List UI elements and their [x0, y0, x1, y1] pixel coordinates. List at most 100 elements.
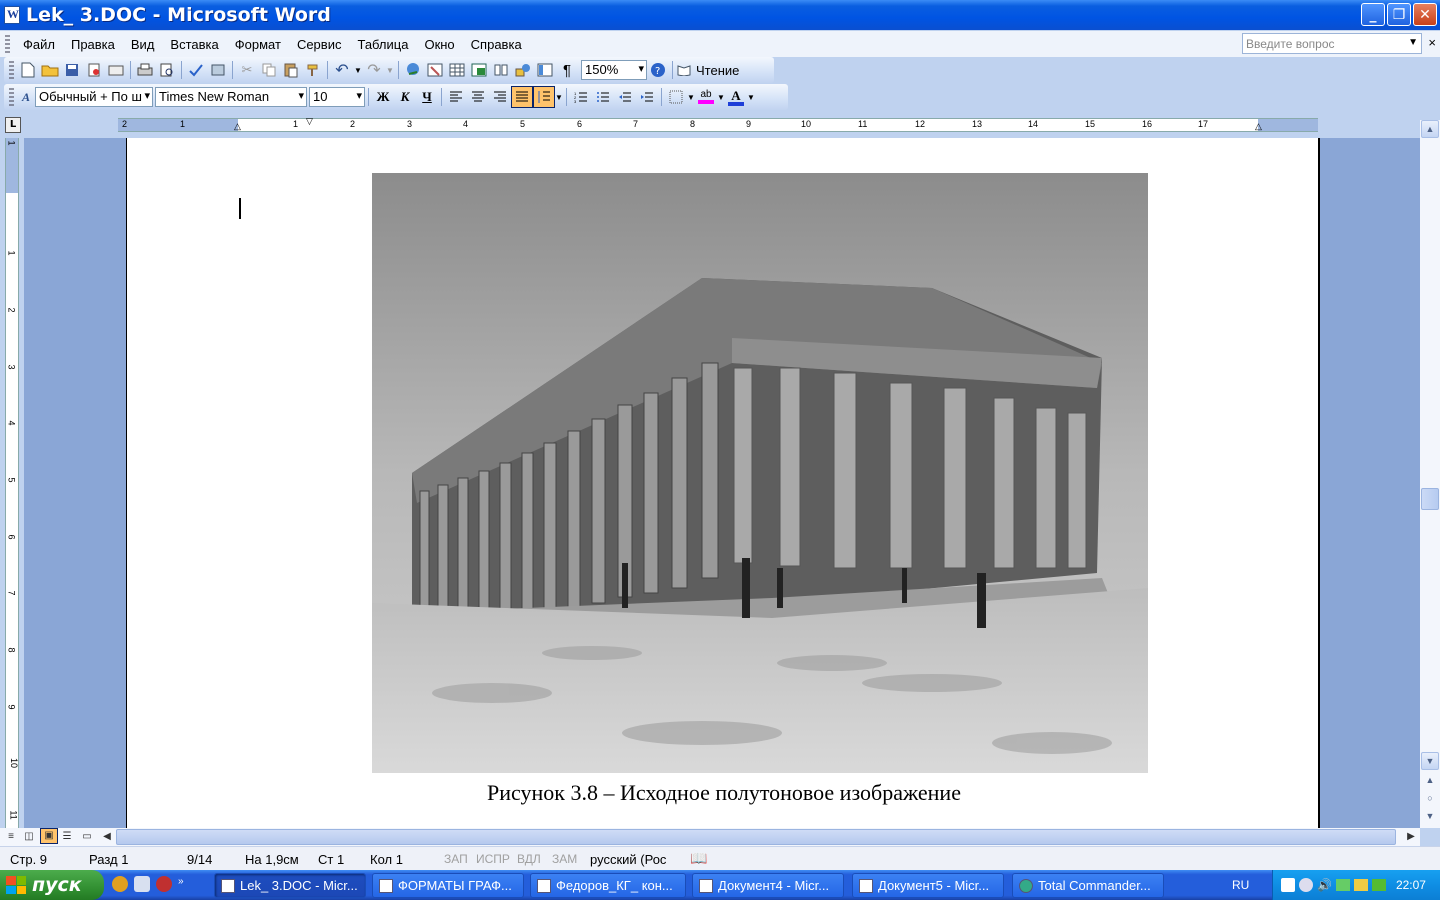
document-map-icon[interactable] [534, 59, 556, 81]
redo-dropdown-icon[interactable]: ▼ [385, 59, 395, 81]
align-right-icon[interactable] [489, 86, 511, 108]
spelling-status-icon[interactable]: 📖 [690, 850, 707, 867]
taskbar-item-word-lek[interactable]: Lek_ 3.DOC - Micr... [214, 873, 366, 898]
menu-help[interactable]: Справка [463, 37, 530, 52]
ask-question-input[interactable]: Введите вопрос ▼ [1242, 33, 1422, 54]
align-left-icon[interactable] [445, 86, 467, 108]
menu-window[interactable]: Окно [416, 37, 462, 52]
bold-button[interactable]: Ж [372, 86, 394, 108]
tray-nvidia-icon[interactable] [1371, 879, 1386, 891]
new-document-icon[interactable] [17, 59, 39, 81]
scroll-left-button[interactable]: ◀ [98, 828, 116, 846]
menu-format[interactable]: Формат [227, 37, 289, 52]
research-icon[interactable] [207, 59, 229, 81]
previous-page-button[interactable]: ▲ [1421, 772, 1439, 790]
decrease-indent-icon[interactable] [614, 86, 636, 108]
web-layout-button[interactable]: ◫ [20, 828, 38, 846]
toolbar-grip[interactable] [9, 88, 14, 106]
font-combo[interactable]: Times New Roman [155, 87, 307, 107]
minimize-button[interactable]: _ [1361, 3, 1385, 26]
underline-button[interactable]: Ч [416, 86, 438, 108]
next-page-button[interactable]: ▼ [1421, 808, 1439, 826]
status-extend-selection[interactable]: ВДЛ [517, 852, 541, 866]
borders-icon[interactable] [665, 86, 687, 108]
bullets-icon[interactable] [592, 86, 614, 108]
scroll-right-button[interactable]: ▶ [1402, 828, 1420, 846]
paste-icon[interactable] [280, 59, 302, 81]
style-combo[interactable]: Обычный + По ш [35, 87, 153, 107]
ruler-scale[interactable]: 2 1 1 2 3 4 5 6 7 8 9 10 11 12 13 14 15 … [118, 116, 1318, 132]
taskbar-item-fedorov[interactable]: Федоров_КГ_ кон... [530, 873, 686, 898]
insert-excel-icon[interactable] [468, 59, 490, 81]
increase-indent-icon[interactable] [636, 86, 658, 108]
vertical-scroll-thumb[interactable] [1421, 488, 1439, 510]
toolbar-grip[interactable] [9, 61, 14, 79]
restore-button[interactable]: ❐ [1387, 3, 1411, 26]
status-language[interactable]: русский (Рос [590, 852, 666, 867]
clock[interactable]: 22:07 [1396, 878, 1426, 892]
taskbar-item-total-commander[interactable]: Total Commander... [1012, 873, 1164, 898]
numbering-icon[interactable]: 123 [570, 86, 592, 108]
status-section[interactable]: Разд 1 [89, 852, 128, 867]
menu-file[interactable]: Файл [15, 37, 63, 52]
browse-object-button[interactable]: ○ [1421, 790, 1439, 808]
quicklaunch-more-icon[interactable]: » [178, 876, 184, 892]
print-preview-icon[interactable] [156, 59, 178, 81]
taskbar-item-formats[interactable]: ФОРМАТЫ ГРАФ... [372, 873, 524, 898]
status-page-count[interactable]: 9/14 [187, 852, 212, 867]
horizontal-ruler[interactable]: L 2 1 1 2 3 4 5 6 7 8 9 10 11 12 13 14 1… [0, 112, 1440, 138]
document-area[interactable]: Рисунок 3.8 – Исходное полутоновое изобр… [24, 138, 1420, 828]
help-icon[interactable]: ? [647, 59, 669, 81]
horizontal-scroll-thumb[interactable] [116, 829, 1396, 845]
cut-icon[interactable]: ✂ [236, 59, 258, 81]
tray-network-icon[interactable] [1299, 878, 1313, 892]
styles-formatting-icon[interactable]: A [17, 86, 35, 108]
save-icon[interactable] [61, 59, 83, 81]
columns-icon[interactable] [490, 59, 512, 81]
font-color-icon[interactable]: A [725, 86, 747, 108]
vertical-ruler-scale[interactable] [5, 138, 19, 828]
menu-table[interactable]: Таблица [349, 37, 416, 52]
tables-borders-icon[interactable] [424, 59, 446, 81]
font-color-dropdown-icon[interactable]: ▼ [747, 86, 755, 108]
quicklaunch-desktop-icon[interactable] [134, 876, 150, 892]
close-button[interactable]: ✕ [1413, 3, 1437, 26]
print-icon[interactable] [134, 59, 156, 81]
taskbar-item-document4[interactable]: Документ4 - Micr... [692, 873, 844, 898]
tray-update-icon[interactable] [1353, 879, 1368, 891]
borders-dropdown-icon[interactable]: ▼ [687, 86, 695, 108]
scroll-down-button[interactable]: ▼ [1421, 752, 1439, 770]
document-close-button[interactable]: × [1428, 35, 1436, 50]
read-mode-button[interactable]: Чтение [692, 63, 743, 78]
quicklaunch-app-icon[interactable] [112, 876, 128, 892]
menu-tools[interactable]: Сервис [289, 37, 350, 52]
normal-view-button[interactable]: ≡ [2, 828, 20, 846]
menubar-grip[interactable] [5, 35, 10, 53]
highlight-dropdown-icon[interactable]: ▼ [717, 86, 725, 108]
read-book-icon[interactable] [676, 59, 692, 81]
status-column[interactable]: Кол 1 [370, 852, 403, 867]
justify-icon[interactable] [511, 86, 533, 108]
status-position[interactable]: На 1,9см [245, 852, 299, 867]
vertical-scrollbar[interactable]: ▲ ▼ ▲ ○ ▼ [1420, 120, 1440, 828]
right-indent-marker[interactable]: △ [1255, 121, 1262, 132]
status-record-macro[interactable]: ЗАП [444, 852, 468, 866]
permission-icon[interactable] [83, 59, 105, 81]
redo-icon[interactable]: ↷ [363, 59, 385, 81]
hyperlink-icon[interactable] [402, 59, 424, 81]
print-layout-button[interactable]: ▣ [40, 828, 58, 844]
drawing-icon[interactable] [512, 59, 534, 81]
word-app-icon[interactable] [4, 6, 20, 24]
parthenon-photo[interactable] [372, 173, 1148, 773]
show-hide-marks-icon[interactable]: ¶ [556, 59, 578, 81]
email-icon[interactable] [105, 59, 127, 81]
menu-insert[interactable]: Вставка [162, 37, 226, 52]
vertical-ruler[interactable]: 1 1 2 3 4 5 6 7 8 9 10 11 [0, 138, 24, 828]
copy-icon[interactable] [258, 59, 280, 81]
format-painter-icon[interactable] [302, 59, 324, 81]
status-overtype[interactable]: ЗАМ [552, 852, 577, 866]
italic-button[interactable]: К [394, 86, 416, 108]
quicklaunch-media-icon[interactable] [156, 876, 172, 892]
reading-layout-button[interactable]: ▭ [78, 828, 96, 846]
status-track-changes[interactable]: ИСПР [476, 852, 510, 866]
